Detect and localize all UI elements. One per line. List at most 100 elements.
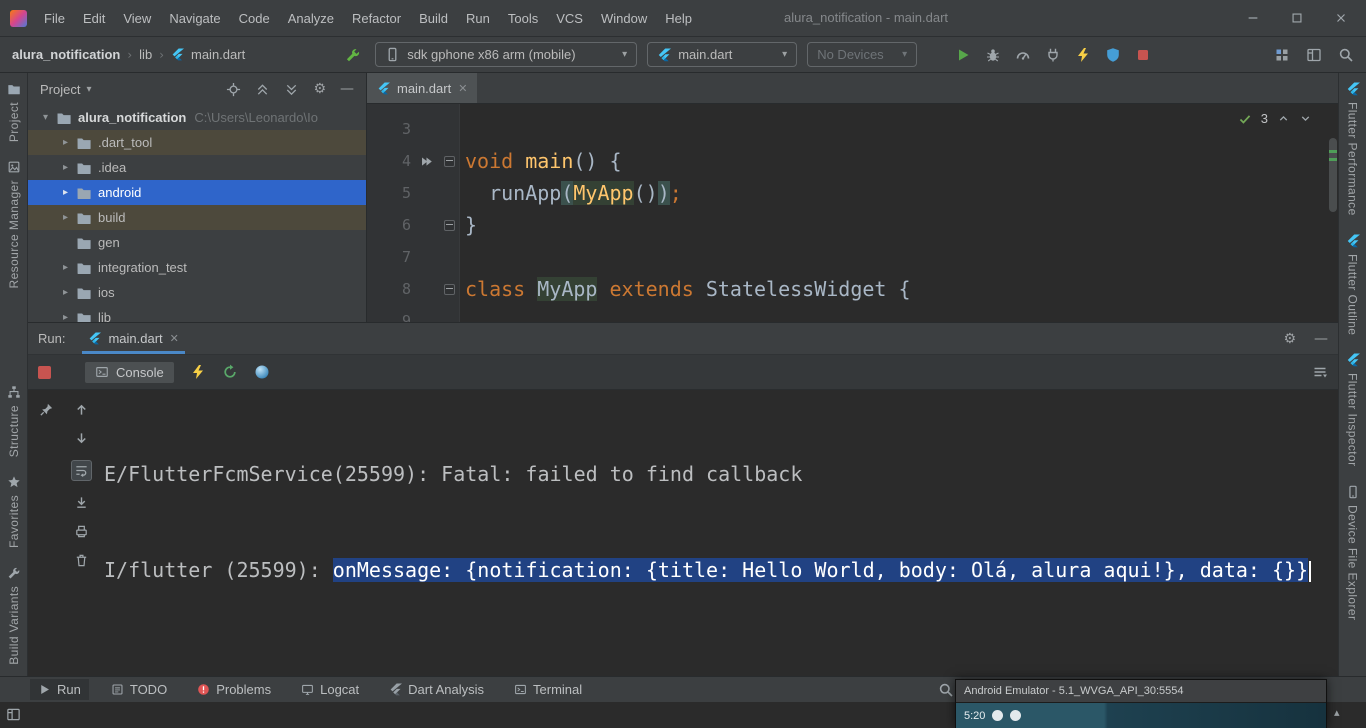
scroll-arrow-icon[interactable]: ▴	[1334, 706, 1340, 719]
code-line[interactable]: 8 class MyApp extends StatelessWidget {	[367, 273, 1338, 305]
gear-icon[interactable]: ⚙	[313, 81, 326, 97]
attach-debugger-button[interactable]	[1045, 47, 1061, 63]
tree-item-integration-test[interactable]: ▸ integration_test	[28, 255, 366, 280]
tree-item-dart-tool[interactable]: ▸ .dart_tool	[28, 130, 366, 155]
maximize-button[interactable]	[1290, 11, 1304, 25]
tree-item-gen[interactable]: gen	[28, 230, 366, 255]
stripe-device-file-explorer-button[interactable]: Device File Explorer	[1346, 476, 1360, 629]
menu-run[interactable]: Run	[457, 11, 499, 26]
devtools-button[interactable]	[1105, 47, 1121, 63]
open-devtools-globe-icon[interactable]	[254, 364, 270, 380]
tree-item-ios[interactable]: ▸ ios	[28, 280, 366, 305]
emulator-title-bar[interactable]: Android Emulator - 5.1_WVGA_API_30:5554	[956, 680, 1326, 703]
scroll-to-end-icon[interactable]	[74, 495, 89, 510]
prev-occurrence-icon[interactable]	[74, 402, 89, 417]
tree-item-lib[interactable]: ▸ lib	[28, 305, 366, 322]
minimize-button[interactable]	[1246, 11, 1260, 25]
menu-window[interactable]: Window	[592, 11, 656, 26]
editor-scrollbar[interactable]	[1327, 104, 1338, 322]
editor-tab-main-dart[interactable]: main.dart ✕	[367, 73, 477, 103]
locate-file-icon[interactable]	[226, 82, 241, 97]
close-tab-icon[interactable]: ✕	[170, 332, 179, 345]
tree-item-idea[interactable]: ▸ .idea	[28, 155, 366, 180]
stop-button[interactable]	[1135, 47, 1151, 63]
run-button[interactable]	[955, 47, 971, 63]
debug-button[interactable]	[985, 47, 1001, 63]
search-everywhere-icon[interactable]	[1338, 47, 1354, 63]
flutter-wrench-icon[interactable]	[345, 47, 361, 63]
menu-analyze[interactable]: Analyze	[279, 11, 343, 26]
breadcrumb-lib[interactable]: lib	[139, 47, 152, 62]
console-output[interactable]: E/FlutterFcmService(25599): Fatal: faile…	[98, 390, 1338, 676]
menu-help[interactable]: Help	[656, 11, 701, 26]
run-config-selector[interactable]: main.dart ▾	[647, 42, 797, 67]
stripe-flutter-outline-button[interactable]: Flutter Outline	[1346, 225, 1360, 344]
stripe-flutter-performance-button[interactable]: Flutter Performance	[1346, 73, 1360, 225]
profiler-button[interactable]	[1015, 47, 1031, 63]
code-line[interactable]: 4 void main() {	[367, 145, 1338, 177]
search-icon[interactable]	[938, 682, 954, 698]
fold-marker[interactable]	[444, 156, 455, 167]
stripe-project-button[interactable]: Project	[7, 73, 21, 151]
menu-view[interactable]: View	[114, 11, 160, 26]
menu-file[interactable]: File	[35, 11, 74, 26]
stripe-resource-manager-button[interactable]: Resource Manager	[7, 151, 21, 297]
breadcrumb-project[interactable]: alura_notification	[12, 47, 120, 62]
print-icon[interactable]	[74, 524, 89, 539]
layout-windows-icon[interactable]	[1306, 47, 1322, 63]
menu-tools[interactable]: Tools	[499, 11, 547, 26]
menu-vcs[interactable]: VCS	[547, 11, 592, 26]
tree-root[interactable]: ▾ alura_notification C:\Users\Leonardo\I…	[28, 105, 366, 130]
hot-reload-button[interactable]	[190, 364, 206, 380]
stripe-build-variants-button[interactable]: Build Variants	[7, 557, 21, 674]
hot-reload-button[interactable]	[1075, 47, 1091, 63]
project-structure-icon[interactable]	[1274, 47, 1290, 63]
chevron-up-icon[interactable]	[1277, 112, 1290, 125]
stripe-favorites-button[interactable]: Favorites	[7, 466, 21, 557]
menu-build[interactable]: Build	[410, 11, 457, 26]
code-area[interactable]: 3 3 4 void main() {	[367, 104, 1338, 322]
gear-icon[interactable]: ⚙	[1283, 331, 1296, 347]
toolbtn-terminal[interactable]: Terminal	[506, 679, 590, 700]
code-line[interactable]: 6 }	[367, 209, 1338, 241]
tree-item-build[interactable]: ▸ build	[28, 205, 366, 230]
inspection-widget[interactable]: 3	[1238, 111, 1312, 126]
code-line[interactable]: 3	[367, 113, 1338, 145]
run-main-icon[interactable]	[420, 155, 433, 168]
stripe-flutter-inspector-button[interactable]: Flutter Inspector	[1346, 344, 1360, 476]
next-occurrence-icon[interactable]	[74, 431, 89, 446]
no-devices-selector[interactable]: No Devices ▾	[807, 42, 917, 67]
stripe-structure-button[interactable]: Structure	[7, 376, 21, 466]
hot-restart-button[interactable]	[222, 364, 238, 380]
collapse-all-icon[interactable]	[255, 82, 270, 97]
close-tab-icon[interactable]: ✕	[458, 82, 467, 95]
tree-item-android[interactable]: ▸ android	[28, 180, 366, 205]
toolbtn-dart-analysis[interactable]: Dart Analysis	[381, 679, 492, 700]
code-line[interactable]: 7	[367, 241, 1338, 273]
stop-process-button[interactable]	[38, 366, 51, 379]
code-line[interactable]: 9	[367, 305, 1338, 322]
fold-marker[interactable]	[444, 284, 455, 295]
run-tab-main-dart[interactable]: main.dart ✕	[79, 323, 187, 354]
menu-navigate[interactable]: Navigate	[160, 11, 229, 26]
toolbtn-run[interactable]: Run	[30, 679, 89, 700]
emulator-window[interactable]: Android Emulator - 5.1_WVGA_API_30:5554 …	[955, 679, 1327, 728]
hide-panel-icon[interactable]: —	[340, 81, 354, 97]
device-selector[interactable]: sdk gphone x86 arm (mobile) ▾	[375, 42, 637, 67]
toolbtn-problems[interactable]: Problems	[189, 679, 279, 700]
menu-refactor[interactable]: Refactor	[343, 11, 410, 26]
hide-panel-icon[interactable]: —	[1314, 331, 1328, 347]
console-menu-icon[interactable]	[1312, 364, 1328, 380]
clear-console-icon[interactable]	[74, 553, 89, 568]
project-panel-title[interactable]: Project	[40, 82, 80, 97]
console-tab[interactable]: Console	[85, 362, 174, 383]
chevron-down-icon[interactable]	[1299, 112, 1312, 125]
soft-wrap-toggle[interactable]	[71, 460, 92, 481]
menu-code[interactable]: Code	[230, 11, 279, 26]
expand-all-icon[interactable]	[284, 82, 299, 97]
pin-icon[interactable]	[39, 402, 54, 417]
fold-marker[interactable]	[444, 220, 455, 231]
toolbtn-logcat[interactable]: Logcat	[293, 679, 367, 700]
tool-window-switcher-icon[interactable]	[6, 707, 21, 722]
breadcrumb-main-dart[interactable]: main.dart	[191, 47, 245, 62]
